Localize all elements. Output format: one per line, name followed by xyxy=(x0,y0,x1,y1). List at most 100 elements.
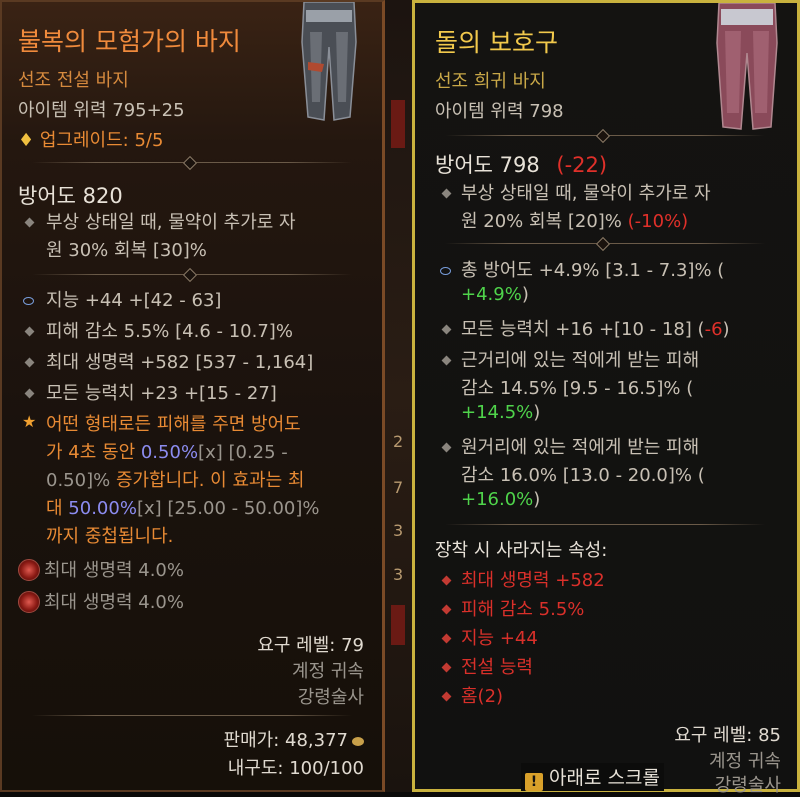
required-level: 요구 레벨: 85 xyxy=(674,725,781,746)
compared-item-tooltip: 돌의 보호구 선조 희귀 바지 아이템 위력 798 방어도 798 (-22)… xyxy=(412,0,800,796)
legendary-line-3: 0.50]% 증가합니다. 이 효과는 최 xyxy=(46,466,304,492)
affix-text: 총 방어도 +4.9% [3.1 - 7.3]% ( xyxy=(461,260,725,281)
affix-intelligence: 지능 +44 +[42 - 63] xyxy=(46,290,222,311)
class-requirement: 강령술사 xyxy=(714,775,781,796)
red-diamond-bullet-icon xyxy=(441,575,452,586)
red-diamond-bullet-icon xyxy=(441,633,452,644)
scroll-down-hint[interactable]: ! 아래로 스크롤 xyxy=(521,763,664,791)
diamond-bullet-icon xyxy=(441,442,452,453)
diamond-bullet-icon xyxy=(24,357,35,368)
class-requirement: 강령술사 xyxy=(297,687,364,708)
pants-art-icon xyxy=(301,2,357,121)
sell-price-label: 판매가: 48,377 xyxy=(223,730,348,751)
lost-affix: 피해 감소 5.5% xyxy=(461,599,585,620)
affix-diff: -6 xyxy=(704,319,723,340)
bg-digit: 2 xyxy=(393,432,404,451)
legendary-line-1: 어떤 형태로든 피해를 주면 방어도 xyxy=(46,414,301,435)
durability: 내구도: 100/100 xyxy=(227,758,364,779)
bg-digit: 7 xyxy=(393,478,404,497)
legendary-range: [x] [0.25 - xyxy=(198,442,288,463)
diamond-bullet-icon xyxy=(441,324,452,335)
affix-damage-reduction: 피해 감소 5.5% [4.6 - 10.7]% xyxy=(46,321,293,342)
legendary-text: 가 4초 동안 xyxy=(46,442,141,463)
affix-total-armor-diff: +4.9%) xyxy=(461,284,529,305)
item-power: 아이템 위력 795+25 xyxy=(18,100,185,121)
affix-text: 모든 능력치 +16 +[10 - 18] ( xyxy=(461,319,705,340)
account-bound: 계정 귀속 xyxy=(709,751,781,772)
affix-diff: +16.0% xyxy=(461,489,534,510)
scroll-warning-icon: ! xyxy=(525,773,543,791)
lost-affix: 홈(2) xyxy=(461,686,504,707)
implicit-text: 원 20% 회복 [20]% xyxy=(461,211,628,232)
affix-close-dr-diff: +14.5%) xyxy=(461,402,540,423)
lost-affix: 전설 능력 xyxy=(461,657,533,678)
legendary-line-4: 대 50.00%[x] [25.00 - 50.00]% xyxy=(46,494,320,520)
socket-1-bonus: 최대 생명력 4.0% xyxy=(44,560,184,581)
legendary-line-5: 까지 중첩됩니다. xyxy=(46,526,174,547)
armor-diff: (-22) xyxy=(556,153,608,177)
legendary-text: 대 xyxy=(46,498,69,519)
ring-bullet-icon xyxy=(23,297,34,305)
legendary-range: 0.50]% xyxy=(46,470,111,491)
affix-distant-dr-diff: +16.0%) xyxy=(461,489,540,510)
armor-value: 방어도 798 xyxy=(435,153,540,177)
sell-price: 판매가: 48,377 xyxy=(224,726,364,752)
implicit-diff: (-10%) xyxy=(627,211,689,232)
section-divider xyxy=(32,715,352,716)
affix-diff: +14.5% xyxy=(461,402,534,423)
item-subtype: 선조 전설 바지 xyxy=(18,70,129,91)
diamond-bullet-icon xyxy=(24,388,35,399)
affix-diff: +4.9% xyxy=(461,284,522,305)
affix-paren: ) xyxy=(521,284,529,305)
divider-ornament-icon xyxy=(182,155,198,171)
affix-paren: ) xyxy=(533,402,541,423)
scroll-hint-label: 아래로 스크롤 xyxy=(549,767,660,789)
legendary-value: 50.00% xyxy=(68,498,137,519)
implicit-line-1: 부상 상태일 때, 물약이 추가로 자 xyxy=(46,212,296,233)
ring-bullet-icon xyxy=(440,267,451,275)
item-title: 불복의 모험가의 바지 xyxy=(18,27,241,56)
ruby-socket-icon xyxy=(18,591,40,613)
required-level: 요구 레벨: 79 xyxy=(257,635,364,656)
armor-value: 방어도 820 xyxy=(18,184,123,208)
implicit-line-1: 부상 상태일 때, 물약이 추가로 자 xyxy=(461,183,711,204)
ruby-socket-icon xyxy=(18,559,40,581)
divider-ornament-icon xyxy=(595,236,611,252)
red-diamond-bullet-icon xyxy=(441,691,452,702)
divider-ornament-icon xyxy=(182,267,198,283)
account-bound: 계정 귀속 xyxy=(292,661,364,682)
red-diamond-bullet-icon xyxy=(441,662,452,673)
socket-2-bonus: 최대 생명력 4.0% xyxy=(44,592,184,613)
affix-close-dr-2: 감소 14.5% [9.5 - 16.5]% ( xyxy=(461,378,694,399)
upgrade-diamond-icon: ♦ xyxy=(18,130,35,151)
affix-distant-dr-1: 원거리에 있는 적에게 받는 피해 xyxy=(461,437,700,458)
item-power: 아이템 위력 798 xyxy=(435,101,564,122)
background-inventory-strip: 2 7 3 3 xyxy=(385,0,412,792)
bg-red-bar xyxy=(391,605,405,645)
affix-total-armor: 총 방어도 +4.9% [3.1 - 7.3]% ( xyxy=(461,256,724,282)
lost-affix: 지능 +44 xyxy=(461,628,538,649)
red-diamond-bullet-icon xyxy=(441,604,452,615)
legendary-range: [x] [25.00 - 50.00]% xyxy=(136,498,320,519)
diamond-bullet-icon xyxy=(24,217,35,228)
legendary-line-2: 가 4초 동안 0.50%[x] [0.25 - xyxy=(46,438,288,464)
lost-affixes-header: 장착 시 사라지는 속성: xyxy=(435,540,608,561)
affix-paren: ) xyxy=(722,319,730,340)
legendary-text: 증가합니다. 이 효과는 최 xyxy=(110,470,305,491)
affix-paren: ) xyxy=(533,489,541,510)
pants-art-icon xyxy=(716,3,778,130)
upgrade-status: ♦ 업그레이드: 5/5 xyxy=(18,126,163,152)
diamond-bullet-icon xyxy=(441,355,452,366)
divider-ornament-icon xyxy=(595,128,611,144)
implicit-line-2: 원 20% 회복 [20]% (-10%) xyxy=(461,207,688,233)
armor-comparison: 방어도 798 (-22) xyxy=(435,149,607,179)
lost-affix: 최대 생명력 +582 xyxy=(461,570,605,591)
bg-digit: 3 xyxy=(393,521,404,540)
affix-all-stats: 모든 능력치 +23 +[15 - 27] xyxy=(46,383,277,404)
implicit-line-2: 원 30% 회복 [30]% xyxy=(46,240,207,261)
bg-digit: 3 xyxy=(393,565,404,584)
bg-red-bar xyxy=(391,100,405,148)
gold-coin-icon xyxy=(352,737,364,746)
equipped-item-tooltip: 불복의 모험가의 바지 선조 전설 바지 아이템 위력 795+25 ♦ 업그레… xyxy=(0,0,385,792)
affix-max-life: 최대 생명력 +582 [537 - 1,164] xyxy=(46,352,314,373)
